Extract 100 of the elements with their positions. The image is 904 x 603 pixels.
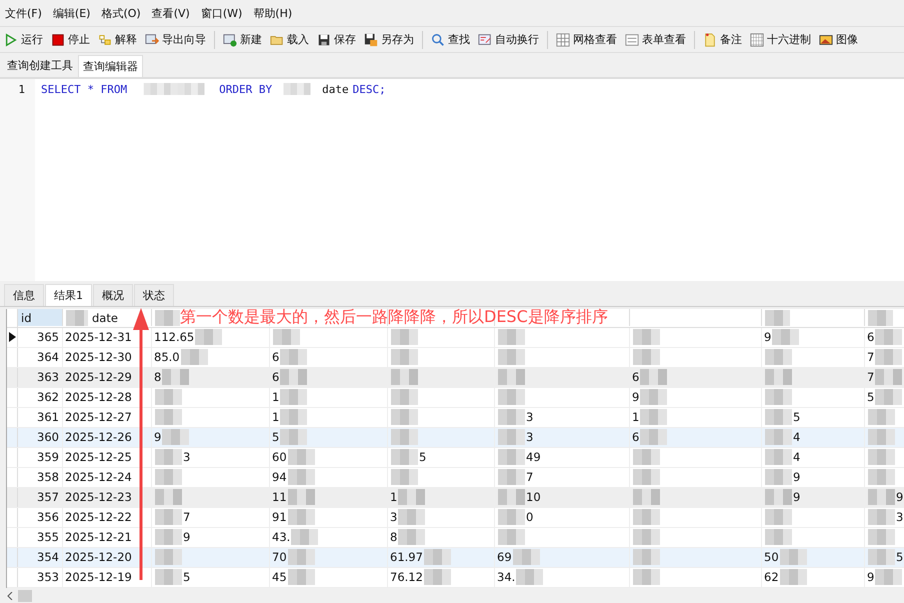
table-cell: 61.97 [390,550,423,564]
result-tab[interactable]: 信息 [4,284,44,306]
redaction-blur [498,388,525,406]
column-header[interactable]: date [92,310,118,324]
table-cell: 2025-12-22 [65,510,132,524]
menu-item[interactable]: 帮助(H) [253,6,292,20]
form-icon [625,32,639,46]
menu-item[interactable]: 文件(F) [5,6,42,20]
editor-tab[interactable]: 查询创建工具 [2,54,78,77]
redaction-blur [288,548,315,566]
result-tab[interactable]: 状态 [134,284,174,306]
scroll-left-icon[interactable] [6,592,14,600]
redaction-blur [633,468,660,486]
redaction-blur [765,448,792,466]
redaction-blur [288,468,315,486]
toolbar-button[interactable]: 停止 [51,32,90,47]
toolbar-button[interactable]: 图像 [819,32,858,47]
toolbar-button[interactable]: 十六进制 [750,32,811,47]
table-cell: 356 [37,510,59,524]
redaction-blur [498,468,525,486]
redaction-blur [765,428,792,446]
redaction-blur [875,348,902,366]
redaction-blur [868,428,895,446]
result-tab[interactable]: 结果1 [45,284,92,306]
table-cell: 2025-12-29 [65,370,132,384]
redaction-blur [280,348,308,366]
redaction-blur [498,488,525,506]
toolbar-button[interactable]: 保存 [317,32,356,47]
redaction-blur [780,548,807,566]
table-cell: 3 [183,450,190,464]
image-icon [819,32,833,46]
table-row[interactable]: 354 2025-12-20 70 61.97 69 50 5 [7,548,904,568]
redaction-blur [155,468,182,486]
redaction-blur [765,408,792,426]
annotation-text: 第一个数是最大的，然后一路降降降，所以DESC是降序排序 [180,307,608,328]
toolbar-button[interactable]: 另存为 [364,32,414,47]
toolbar-button[interactable]: 导出向导 [145,32,206,47]
toolbar-button[interactable]: 查找 [431,32,470,47]
table-cell: 2025-12-21 [65,530,132,544]
table-cell: 2025-12-20 [65,550,132,564]
result-tab[interactable]: 概况 [93,284,133,306]
toolbar-button[interactable]: 自动换行 [478,32,539,47]
redaction-blur [424,548,451,566]
redaction-blur [391,348,418,366]
redaction-blur [765,388,792,406]
table-row[interactable]: 362 2025-12-28 1 9 5 [7,388,904,408]
table-cell: 9 [793,470,800,484]
redaction-blur [288,508,315,526]
table-row[interactable]: 359 2025-12-25 3 60 5 49 4 [7,448,904,468]
table-cell: 50 [764,550,779,564]
row-header[interactable] [7,328,18,346]
redaction-blur [155,488,182,506]
redaction-blur [633,448,660,466]
toolbar-button[interactable]: 备注 [703,32,742,47]
table-cell: 1 [272,390,280,404]
table-cell: 3 [526,410,534,424]
table-cell: 34. [497,570,516,584]
toolbar-button[interactable]: 新建 [223,32,262,47]
table-cell: 2025-12-23 [65,490,132,504]
table-cell: 2025-12-19 [65,570,132,584]
scrollbar-thumb[interactable] [18,590,32,602]
toolbar-button[interactable]: 载入 [270,32,309,47]
redaction-blur [875,388,902,406]
table-cell: 355 [37,530,59,544]
table-cell: 76.12 [390,570,423,584]
redaction-blur [391,448,418,466]
table-cell: 6 [632,370,640,384]
table-cell: 69 [497,550,512,564]
redaction-blur [498,368,525,386]
table-cell: 9 [867,570,874,584]
toolbar-button[interactable]: 运行 [4,32,43,47]
table-row[interactable]: 365 2025-12-31 112.65 9 6 [7,328,904,348]
toolbar-button[interactable]: 网格查看 [556,32,617,47]
menu-item[interactable]: 编辑(E) [52,6,90,20]
redaction-blur [633,528,660,546]
redaction-blur [868,448,895,466]
table-cell: 2025-12-25 [65,450,132,464]
table-cell: 1 [390,490,398,504]
table-cell: 4 [793,430,800,444]
menu-item[interactable]: 格式(O) [101,6,141,20]
redaction-blur [868,528,895,546]
redaction-blur [765,488,792,506]
editor-tab[interactable]: 查询编辑器 [78,55,143,77]
table-row[interactable]: 356 2025-12-22 7 91 3 0 3 [7,508,904,528]
menu-item[interactable]: 窗口(W) [200,6,242,20]
table-row[interactable]: 357 2025-12-23 11 1 10 9 9 [7,488,904,508]
save-as-icon [364,32,378,46]
toolbar-button[interactable]: 表单查看 [625,32,686,47]
redaction-blur [868,408,895,426]
toolbar-button[interactable]: 解释 [98,32,137,47]
redaction-blur [288,448,315,466]
table-cell: 10 [526,490,541,504]
column-header[interactable]: id [21,310,32,324]
table-row[interactable]: 363 2025-12-29 8 6 6 7 [7,368,904,388]
table-cell: 70 [272,550,287,564]
redaction-blur [765,528,792,546]
menu-item[interactable]: 查看(V) [152,6,190,20]
table-cell: 2025-12-31 [65,330,132,344]
table-row[interactable]: 360 2025-12-26 9 5 3 6 4 [7,428,904,448]
table-cell: 62 [764,570,779,584]
